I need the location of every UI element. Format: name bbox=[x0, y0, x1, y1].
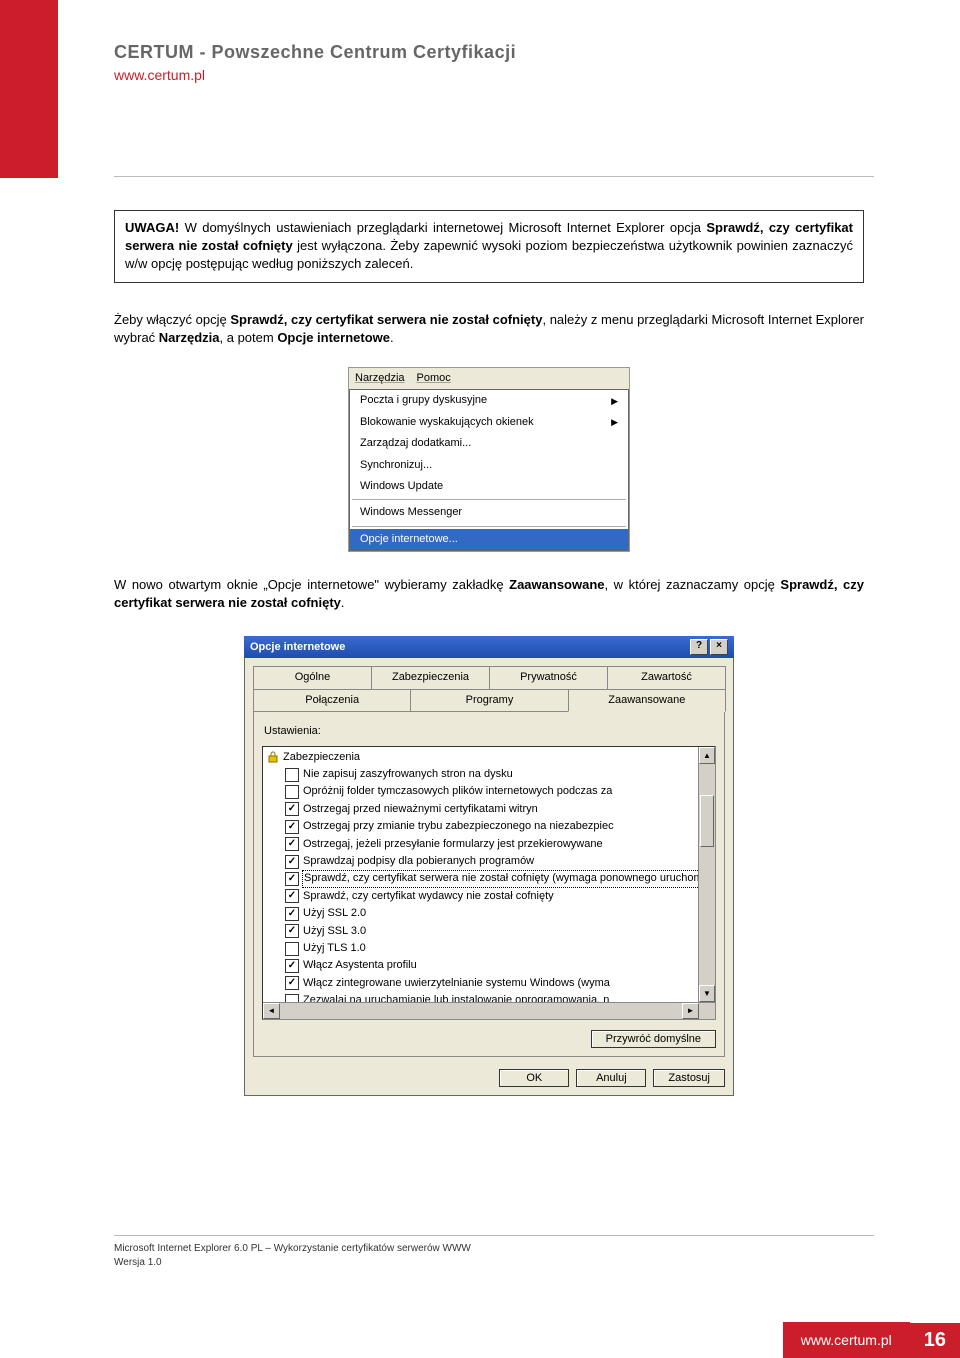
paragraph-2: W nowo otwartym oknie „Opcje internetowe… bbox=[114, 576, 864, 612]
note-prefix: UWAGA! bbox=[125, 220, 179, 235]
settings-option[interactable]: Ostrzegaj przed nieważnymi certyfikatami… bbox=[267, 801, 715, 818]
lock-icon bbox=[267, 751, 279, 763]
option-label: Włącz zintegrowane uwierzytelnianie syst… bbox=[303, 976, 610, 991]
checkbox[interactable] bbox=[285, 855, 299, 869]
red-stripe bbox=[0, 0, 58, 178]
option-label: Sprawdzaj podpisy dla pobieranych progra… bbox=[303, 854, 534, 869]
checkbox[interactable] bbox=[285, 959, 299, 973]
tools-dropdown: Poczta i grupy dyskusyjne▶Blokowanie wys… bbox=[349, 389, 629, 551]
scroll-down-button[interactable]: ▼ bbox=[699, 985, 715, 1002]
menu-separator bbox=[352, 499, 626, 500]
option-label: Nie zapisuj zaszyfrowanych stron na dysk… bbox=[303, 767, 513, 782]
menu-item[interactable]: Windows Update bbox=[350, 476, 628, 497]
header-url: www.certum.pl bbox=[114, 67, 516, 83]
internet-options-dialog: Opcje internetowe ? × Ogólne Zabezpiecze… bbox=[244, 636, 734, 1095]
apply-button[interactable]: Zastosuj bbox=[653, 1069, 725, 1087]
option-label: Sprawdź, czy certyfikat serwera nie zost… bbox=[303, 871, 716, 886]
footer-url: www.certum.pl bbox=[783, 1322, 910, 1358]
horizontal-scrollbar[interactable]: ◄ ► bbox=[263, 1002, 715, 1019]
footer-text: Microsoft Internet Explorer 6.0 PL – Wyk… bbox=[114, 1242, 471, 1270]
settings-option[interactable]: Sprawdzaj podpisy dla pobieranych progra… bbox=[267, 853, 715, 870]
page-header: CERTUM - Powszechne Centrum Certyfikacji… bbox=[114, 42, 516, 83]
tab-security[interactable]: Zabezpieczenia bbox=[371, 666, 490, 689]
tabs-row-2: Połączenia Programy Zaawansowane bbox=[253, 689, 725, 712]
option-label: Sprawdź, czy certyfikat wydawcy nie zost… bbox=[303, 889, 554, 904]
settings-option[interactable]: Nie zapisuj zaszyfrowanych stron na dysk… bbox=[267, 766, 715, 783]
header-rule bbox=[114, 176, 874, 177]
tab-privacy[interactable]: Prywatność bbox=[489, 666, 608, 689]
menubar-item-tools[interactable]: Narzędzia bbox=[355, 371, 405, 386]
settings-option[interactable]: Użyj TLS 1.0 bbox=[267, 940, 715, 957]
menubar-item-help[interactable]: Pomoc bbox=[417, 371, 451, 386]
chevron-right-icon: ▶ bbox=[611, 395, 618, 408]
settings-listbox[interactable]: Zabezpieczenia Nie zapisuj zaszyfrowanyc… bbox=[262, 746, 716, 1020]
section-header-security: Zabezpieczenia bbox=[267, 749, 715, 766]
tab-advanced[interactable]: Zaawansowane bbox=[568, 689, 726, 712]
settings-label: Ustawienia: bbox=[264, 724, 716, 739]
checkbox[interactable] bbox=[285, 785, 299, 799]
help-button[interactable]: ? bbox=[690, 639, 708, 655]
settings-option[interactable]: Włącz Asystenta profilu bbox=[267, 957, 715, 974]
tab-general[interactable]: Ogólne bbox=[253, 666, 372, 689]
menu-item[interactable]: Poczta i grupy dyskusyjne▶ bbox=[350, 390, 628, 411]
tab-panel-advanced: Ustawienia: Zabezpieczenia Nie zapisuj z… bbox=[253, 711, 725, 1056]
scroll-left-button[interactable]: ◄ bbox=[263, 1003, 280, 1019]
footer-band: www.certum.pl 16 bbox=[783, 1322, 960, 1358]
checkbox[interactable] bbox=[285, 889, 299, 903]
tab-connections[interactable]: Połączenia bbox=[253, 689, 411, 712]
option-label: Ostrzegaj przed nieważnymi certyfikatami… bbox=[303, 802, 538, 817]
menu-item[interactable]: Zarządzaj dodatkami... bbox=[350, 433, 628, 454]
tab-programs[interactable]: Programy bbox=[410, 689, 568, 712]
option-label: Użyj TLS 1.0 bbox=[303, 941, 366, 956]
cancel-button[interactable]: Anuluj bbox=[576, 1069, 646, 1087]
settings-option[interactable]: Opróżnij folder tymczasowych plików inte… bbox=[267, 783, 715, 800]
tools-menu-screenshot: Narzędzia Pomoc Poczta i grupy dyskusyjn… bbox=[348, 367, 630, 552]
paragraph-1: Żeby włączyć opcję Sprawdź, czy certyfik… bbox=[114, 311, 864, 347]
checkbox[interactable] bbox=[285, 872, 299, 886]
checkbox[interactable] bbox=[285, 907, 299, 921]
scroll-up-button[interactable]: ▲ bbox=[699, 747, 715, 764]
option-label: Ostrzegaj przy zmianie trybu zabezpieczo… bbox=[303, 819, 614, 834]
option-label: Użyj SSL 2.0 bbox=[303, 906, 366, 921]
checkbox[interactable] bbox=[285, 820, 299, 834]
checkbox[interactable] bbox=[285, 942, 299, 956]
vertical-scrollbar[interactable]: ▲ ▼ bbox=[698, 747, 715, 1002]
menu-separator bbox=[352, 526, 626, 527]
settings-option[interactable]: Włącz zintegrowane uwierzytelnianie syst… bbox=[267, 975, 715, 992]
checkbox[interactable] bbox=[285, 802, 299, 816]
menu-item[interactable]: Synchronizuj... bbox=[350, 455, 628, 476]
checkbox[interactable] bbox=[285, 837, 299, 851]
checkbox[interactable] bbox=[285, 924, 299, 938]
tabs-row-1: Ogólne Zabezpieczenia Prywatność Zawarto… bbox=[253, 666, 725, 689]
menu-item-internet-options[interactable]: Opcje internetowe... bbox=[350, 529, 628, 550]
chevron-right-icon: ▶ bbox=[611, 416, 618, 429]
settings-option[interactable]: Sprawdź, czy certyfikat serwera nie zost… bbox=[267, 870, 715, 887]
header-title: CERTUM - Powszechne Centrum Certyfikacji bbox=[114, 42, 516, 63]
tab-content[interactable]: Zawartość bbox=[607, 666, 726, 689]
settings-option[interactable]: Ostrzegaj przy zmianie trybu zabezpieczo… bbox=[267, 818, 715, 835]
page-number: 16 bbox=[910, 1323, 960, 1358]
menu-item[interactable]: Blokowanie wyskakujących okienek▶ bbox=[350, 412, 628, 433]
close-button[interactable]: × bbox=[710, 639, 728, 655]
settings-option[interactable]: Sprawdź, czy certyfikat wydawcy nie zost… bbox=[267, 888, 715, 905]
menubar: Narzędzia Pomoc bbox=[349, 368, 629, 389]
settings-option[interactable]: Użyj SSL 2.0 bbox=[267, 905, 715, 922]
checkbox[interactable] bbox=[285, 976, 299, 990]
checkbox[interactable] bbox=[285, 768, 299, 782]
dialog-titlebar: Opcje internetowe ? × bbox=[244, 636, 734, 658]
dialog-title: Opcje internetowe bbox=[250, 640, 345, 655]
scroll-right-button[interactable]: ► bbox=[682, 1003, 699, 1019]
option-label: Ostrzegaj, jeżeli przesyłanie formularzy… bbox=[303, 837, 603, 852]
settings-option[interactable]: Ostrzegaj, jeżeli przesyłanie formularzy… bbox=[267, 836, 715, 853]
ok-button[interactable]: OK bbox=[499, 1069, 569, 1087]
menu-item-messenger[interactable]: Windows Messenger bbox=[350, 502, 628, 523]
settings-option[interactable]: Użyj SSL 3.0 bbox=[267, 923, 715, 940]
option-label: Użyj SSL 3.0 bbox=[303, 924, 366, 939]
footer-rule bbox=[114, 1235, 874, 1236]
scroll-thumb[interactable] bbox=[700, 795, 714, 847]
option-label: Opróżnij folder tymczasowych plików inte… bbox=[303, 784, 612, 799]
option-label: Włącz Asystenta profilu bbox=[303, 958, 417, 973]
restore-defaults-button[interactable]: Przywróć domyślne bbox=[591, 1030, 716, 1048]
note-box: UWAGA! W domyślnych ustawieniach przeglą… bbox=[114, 210, 864, 283]
